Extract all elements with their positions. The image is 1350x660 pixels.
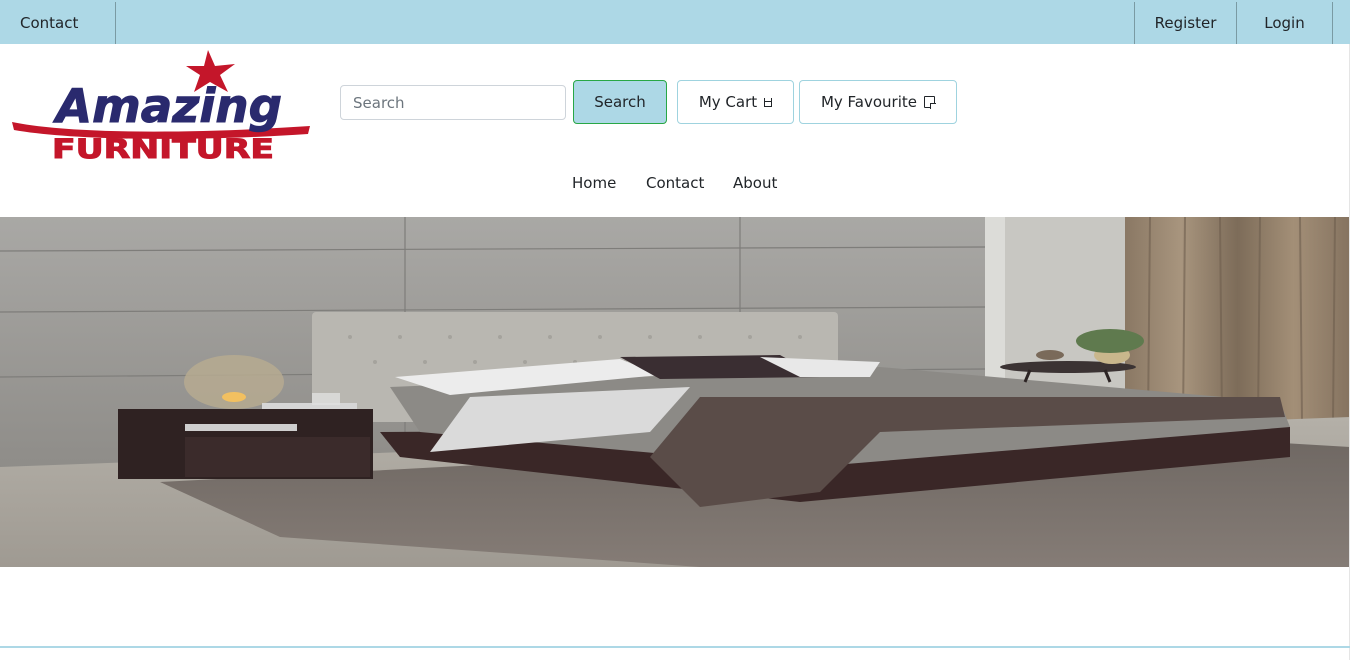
bedroom-illustration [0, 217, 1350, 567]
logo-line1: Amazing [53, 79, 282, 133]
footer-divider [0, 646, 1350, 648]
nav-contact-link[interactable]: Contact [646, 174, 704, 192]
amazing-furniture-logo[interactable]: Amazing FURNITURE [10, 48, 312, 160]
main-nav: Home Contact About [0, 174, 1350, 194]
my-favourite-button[interactable]: My Favourite [799, 80, 957, 124]
search-button-label: Search [594, 93, 646, 111]
search-input[interactable] [340, 85, 566, 120]
logo-line2: FURNITURE [52, 134, 274, 160]
header: Amazing FURNITURE Search My Cart My Favo… [0, 44, 1350, 217]
search-button[interactable]: Search [573, 80, 667, 124]
nav-home-link[interactable]: Home [572, 174, 616, 192]
my-cart-label: My Cart [698, 93, 758, 111]
hero-banner-image [0, 217, 1350, 567]
note-icon [924, 96, 936, 108]
cart-icon [764, 97, 773, 107]
login-link[interactable]: Login [1237, 2, 1333, 44]
topbar-contact-link[interactable]: Contact [0, 2, 116, 44]
my-cart-button[interactable]: My Cart [677, 80, 794, 124]
nav-about-link[interactable]: About [733, 174, 777, 192]
my-favourite-label: My Favourite [820, 93, 918, 111]
register-link[interactable]: Register [1134, 2, 1237, 44]
top-bar: Contact Register Login [0, 0, 1350, 44]
